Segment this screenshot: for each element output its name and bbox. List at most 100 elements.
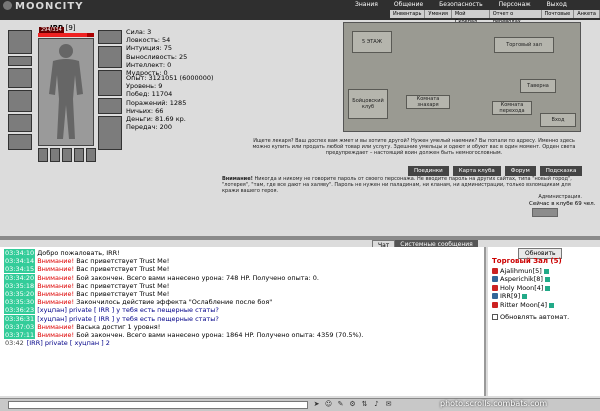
chat-text: Вас приветствует Trust Me! — [76, 257, 170, 266]
checkbox-icon[interactable] — [492, 314, 498, 320]
info-level: Уровень: 9 — [126, 82, 163, 91]
smile-icon[interactable]: ☺ — [324, 400, 333, 409]
translit-icon[interactable]: ✉ — [384, 400, 393, 409]
belt-item-1[interactable] — [38, 148, 48, 162]
boots-slot[interactable] — [98, 116, 122, 150]
user-list-item[interactable]: IRR[9] — [492, 292, 554, 300]
user-list-item[interactable]: Ajalihmun[5] — [492, 267, 554, 275]
chat-time[interactable]: 03:34:14 — [4, 257, 36, 266]
chat-time[interactable]: 03:35:18 — [4, 281, 36, 290]
weapon-slot[interactable] — [8, 68, 32, 88]
chat-warning-label: Внимание! — [37, 265, 75, 274]
sound-icon[interactable]: ♪ — [372, 400, 381, 409]
gloves-slot[interactable] — [98, 46, 122, 68]
info-icon[interactable] — [543, 269, 549, 274]
room-floor5[interactable]: 5 ЭТАЖ — [352, 31, 392, 53]
submenu-mail[interactable]: Почтовые — [542, 10, 575, 18]
user-name[interactable]: Ajalihmun — [500, 267, 533, 275]
pet-slot[interactable] — [8, 134, 32, 150]
map-buttons: Поединки Карта клуба Форум Подсказка — [408, 166, 583, 176]
chat-time[interactable]: 03:42 — [4, 339, 25, 347]
belt-item-4[interactable] — [74, 148, 84, 162]
menu-communication[interactable]: Общение — [386, 1, 431, 9]
auto-refresh-toggle[interactable]: Обновлять автомат. — [492, 313, 569, 321]
user-list-item[interactable]: Holy Moon[4] — [492, 284, 554, 292]
room-fight-club[interactable]: Бойцовский клуб — [348, 89, 388, 119]
body-icon — [49, 44, 83, 139]
chat-time[interactable]: 03:35:20 — [4, 290, 36, 299]
chat-time[interactable]: 03:36:31 — [4, 314, 36, 323]
user-name[interactable]: Ritter Moon — [500, 301, 538, 309]
menu-character[interactable]: Персонаж — [491, 1, 539, 9]
user-name[interactable]: Asperichik — [500, 275, 534, 283]
info-losses: Поражений: 1285 — [126, 98, 187, 107]
user-name[interactable]: IRR — [500, 292, 511, 300]
chat-time[interactable]: 03:36:23 — [4, 306, 36, 315]
submenu-inventory[interactable]: Инвентарь — [390, 10, 426, 18]
chat-time[interactable]: 03:34:15 — [4, 265, 36, 274]
room-tavern[interactable]: Таверна — [520, 79, 556, 93]
submenu-profile[interactable]: Анкета — [574, 10, 600, 18]
room-healer[interactable]: Комната знахаря — [406, 95, 450, 109]
chat-time[interactable]: 03:37:11 — [4, 331, 36, 340]
chat-message: 03:34:10 Добро пожаловать, IRR! — [4, 249, 480, 257]
submenu-skills[interactable]: Умения — [425, 10, 452, 18]
warning-text: Никогда и никому не говорите пароль от с… — [222, 176, 572, 194]
clear-icon[interactable]: ✎ — [336, 400, 345, 409]
info-transfers: Передач: 200 — [126, 123, 172, 132]
armor-slot[interactable] — [8, 90, 32, 112]
room-trade-hall[interactable]: Торговый зал — [494, 37, 554, 53]
chat-time[interactable]: 03:35:30 — [4, 298, 36, 307]
duels-button[interactable]: Поединки — [408, 166, 449, 176]
belt-item-3[interactable] — [62, 148, 72, 162]
forum-button[interactable]: Форум — [504, 166, 536, 176]
room-entrance[interactable]: Вход — [540, 113, 576, 127]
chat-time[interactable]: 03:37:03 — [4, 322, 36, 331]
hint-button[interactable]: Подсказка — [539, 166, 583, 176]
stat-intellect: Интеллект: 0 — [126, 60, 172, 69]
user-list-item[interactable]: Asperichik[8] — [492, 275, 554, 283]
chat-message: 03:35:20 Внимание! Вас приветствует Trust… — [4, 290, 480, 299]
logo: MOONCITY — [3, 1, 83, 13]
submenu-transfers[interactable]: Отчет о переводах — [490, 10, 542, 25]
send-icon[interactable]: ➤ — [312, 400, 321, 409]
clan-icon — [492, 293, 498, 300]
shield-slot[interactable] — [98, 70, 122, 96]
hp-fill — [38, 33, 88, 37]
chat-input[interactable] — [8, 401, 308, 409]
belt-item-5[interactable] — [86, 148, 96, 162]
panel-divider[interactable] — [0, 236, 600, 240]
amulet-slot[interactable] — [98, 30, 122, 44]
info-icon[interactable] — [549, 302, 555, 308]
bottom-bar: ➤ ☺ ✎ ⚙ ⇅ ♪ ✉ photo.scrolls.combats.com — [0, 398, 600, 411]
club-map: 5 ЭТАЖ Торговый зал Бойцовский клуб Комн… — [343, 22, 581, 132]
belt-slot[interactable] — [8, 114, 32, 132]
room-title: Торговый Зал (5) — [492, 257, 562, 265]
user-name[interactable]: Holy Moon — [500, 284, 534, 292]
club-map-button[interactable]: Карта клуба — [452, 166, 501, 176]
clan-icon — [492, 276, 498, 283]
info-icon[interactable] — [545, 285, 551, 291]
user-list-item[interactable]: Ritter Moon[4] — [492, 301, 555, 309]
earrings-slot[interactable] — [8, 56, 32, 66]
menu-knowledge[interactable]: Знания — [347, 1, 386, 9]
chat-time[interactable]: 03:34:10 — [4, 249, 36, 257]
warning-sign: Администрация. — [538, 194, 582, 200]
helmet-slot[interactable] — [8, 30, 32, 54]
belt-item-2[interactable] — [50, 148, 60, 162]
chat-text: Вас приветствует Trust Me! — [76, 265, 170, 274]
menu-security[interactable]: Безопасность — [431, 1, 491, 9]
watermark: photo.scrolls.combats.com — [440, 399, 548, 408]
info-icon[interactable] — [544, 277, 550, 283]
chat-time[interactable]: 03:34:20 — [4, 273, 36, 282]
room-transition[interactable]: Комната перехода — [492, 101, 532, 115]
info-icon[interactable] — [522, 294, 528, 300]
submenu-scrapbook[interactable]: Мой Скрепал — [452, 10, 490, 25]
scroll-icon[interactable]: ⇅ — [360, 400, 369, 409]
chat-text: Бой закончен. Всего вами нанесено урона:… — [76, 273, 319, 282]
filter-icon[interactable]: ⚙ — [348, 400, 357, 409]
chat-log: 03:34:10 Добро пожаловать, IRR! 03:34:14 Вн… — [0, 247, 486, 396]
menu-exit[interactable]: Выход — [539, 1, 575, 9]
rings-slot[interactable] — [98, 98, 122, 114]
stat-endurance: Выносливость: 25 — [126, 52, 188, 61]
